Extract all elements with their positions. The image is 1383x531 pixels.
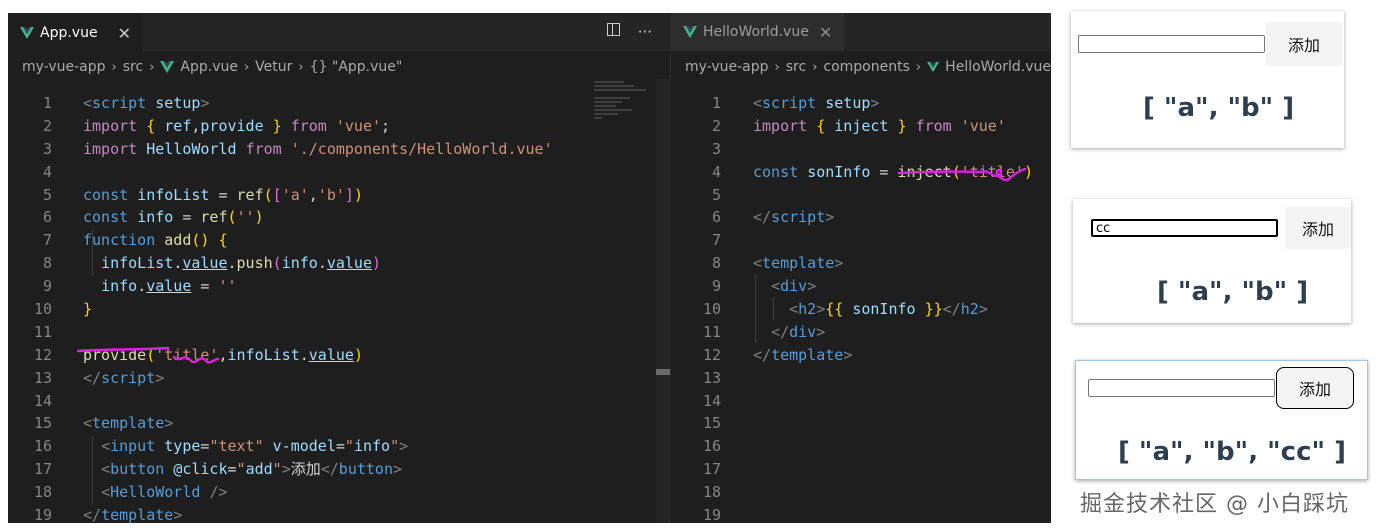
code-line: 3 [711,139,721,158]
list-heading: [ "a", "b" ] [1143,93,1295,123]
code-area[interactable]: 1 <script setup> 2 import { inject } from … [671,92,1051,523]
text-input[interactable] [1088,379,1275,397]
code-line: 16 [702,437,721,456]
minimap[interactable] [588,79,656,523]
code-line: 18 <HelloWorld /> [33,483,228,502]
close-icon[interactable]: ✕ [819,23,832,42]
watermark: 掘金技术社区 @ 小白踩坑 [1080,492,1349,517]
code-line: 16 <input type="text" v-model="info"> [33,437,409,456]
breadcrumb-item[interactable]: App.vue [180,59,238,75]
breadcrumb-item[interactable]: my-vue-app [22,59,106,75]
preview-card-added: 添加 [ "a", "b", "cc" ] [1075,360,1368,480]
editor-actions: ··· [606,23,652,41]
code-line: 17 [702,460,721,479]
code-line: 7 [711,231,721,250]
close-icon[interactable]: ✕ [118,24,131,43]
tab-label: App.vue [40,25,98,41]
code-line: 7 function add() { [42,231,228,250]
code-line: 5 [711,185,721,204]
tab-helloworld-vue[interactable]: HelloWorld.vue ✕ [671,13,845,51]
code-line: 8 <template> [711,254,844,273]
breadcrumb-item[interactable]: my-vue-app [685,59,769,75]
chevron-right-icon: › [812,59,818,75]
vue-file-icon [683,26,697,38]
editor-app-vue: App.vue ✕ ··· my-vue-app › src › App.vue… [8,13,670,523]
scrollbar[interactable] [656,79,670,523]
code-line: 5 const infoList = ref(['a','b']) [42,185,363,204]
code-line: 9 <div> [711,277,817,296]
chevron-right-icon: › [243,59,250,75]
list-heading: [ "a", "b", "cc" ] [1118,437,1346,467]
breadcrumb-item[interactable]: src [786,59,806,75]
breadcrumb: my-vue-app › src › components › HelloWor… [685,57,1051,77]
tab-label: HelloWorld.vue [703,24,809,40]
chevron-right-icon: › [298,59,304,75]
add-button[interactable]: 添加 [1285,207,1351,249]
code-line: 4 [42,162,52,181]
breadcrumb: my-vue-app › src › App.vue › Vetur › {} … [22,57,670,77]
code-line: 15 <template> [33,414,174,433]
code-line: 9 info.value = '' [42,277,237,296]
list-heading: [ "a", "b" ] [1157,277,1309,307]
tab-bar: HelloWorld.vue ✕ [671,13,1051,51]
code-line: 19 [702,506,721,523]
code-line: 4 const sonInfo = inject('title') [711,162,1033,181]
code-line: 19 </template> [33,506,183,523]
chevron-right-icon: › [111,59,117,75]
code-line: 13 </script> [33,368,165,387]
code-line: 6 </script> [711,208,835,227]
breadcrumb-item[interactable]: components [823,59,910,75]
preview-card-typing: 添加 [ "a", "b" ] [1073,199,1351,323]
more-actions-icon[interactable]: ··· [638,23,652,41]
code-line: 3 import HelloWorld from './components/He… [42,139,553,158]
code-line: 11 [33,322,52,341]
code-line: 12 provide('title',infoList.value) [33,345,363,364]
breadcrumb-item[interactable]: Vetur [255,59,292,75]
add-button[interactable]: 添加 [1266,22,1342,66]
text-input[interactable] [1091,219,1278,237]
code-line: 17 <button @click="add">添加</button> [33,460,403,479]
code-line: 18 [702,483,721,502]
chevron-right-icon: › [774,59,780,75]
chevron-right-icon: › [149,59,155,75]
breadcrumb-item[interactable]: HelloWorld.vue [945,59,1051,75]
tab-bar: App.vue ✕ ··· [8,13,670,52]
breadcrumb-item[interactable]: src [123,59,143,75]
vue-file-icon [160,61,175,73]
tab-app-vue[interactable]: App.vue ✕ [8,13,143,52]
scrollbar-thumb[interactable] [656,369,670,375]
preview-card-initial: 添加 [ "a", "b" ] [1071,11,1344,148]
code-line: 12 </template> [702,345,853,364]
split-editor-icon[interactable] [606,23,620,36]
code-line: 2 import { ref,provide } from 'vue'; [42,116,391,135]
code-line: 13 [702,368,721,387]
code-area[interactable]: 1 <script setup> 2 import { ref,provide } … [8,92,670,523]
vue-file-icon [927,61,940,73]
text-input[interactable] [1078,35,1265,53]
code-line: 1 <script setup> [711,94,880,112]
code-line: 8 infoList.value.push(info.value) [42,254,382,273]
add-button[interactable]: 添加 [1276,367,1354,409]
breadcrumb-item[interactable]: {} "App.vue" [310,59,403,75]
code-line: 1 <script setup> [42,94,210,112]
code-line: 14 [702,391,721,410]
code-line: 10} [33,300,93,319]
code-line: 2 import { inject } from 'vue' [711,116,1006,135]
code-line: 11 </div> [702,322,826,341]
code-line: 14 [33,391,52,410]
code-line: 15 [702,414,721,433]
vue-file-icon [20,27,34,39]
code-line: 6 const info = ref('') [42,208,264,227]
code-line: 10 <h2>{{ sonInfo }}</h2> [702,300,988,319]
editor-helloworld-vue: HelloWorld.vue ✕ my-vue-app › src › comp… [670,13,1051,523]
chevron-right-icon: › [915,59,922,75]
